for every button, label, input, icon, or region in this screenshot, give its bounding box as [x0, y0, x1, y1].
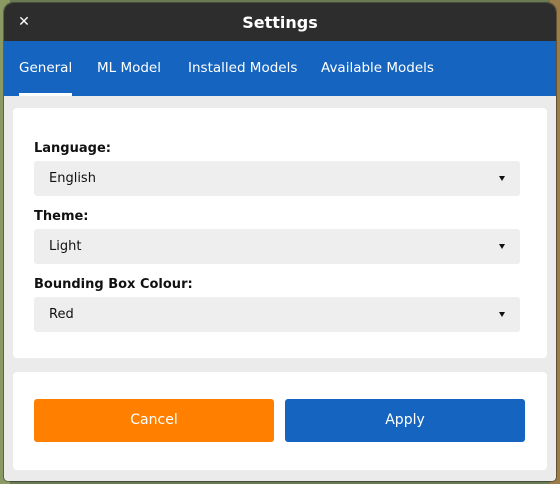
chevron-down-icon [499, 176, 505, 181]
bbox-colour-label: Bounding Box Colour: [34, 277, 193, 292]
language-value: English [49, 171, 96, 186]
tab-available-models[interactable]: Available Models [321, 41, 434, 96]
settings-dialog: Settings ✕ General ML Model Installed Mo… [4, 3, 556, 481]
theme-label: Theme: [34, 209, 89, 224]
general-settings-panel: Language: English Theme: Light Bounding … [13, 108, 547, 358]
bbox-colour-select[interactable]: Red [34, 297, 520, 332]
window-title: Settings [242, 13, 318, 32]
cancel-button[interactable]: Cancel [34, 399, 274, 442]
apply-button[interactable]: Apply [285, 399, 525, 442]
tab-ml-model[interactable]: ML Model [97, 41, 161, 96]
chevron-down-icon [499, 244, 505, 249]
tab-general[interactable]: General [19, 41, 73, 96]
tab-installed-models[interactable]: Installed Models [188, 41, 297, 96]
bbox-colour-value: Red [49, 307, 74, 322]
language-select[interactable]: English [34, 161, 520, 196]
theme-value: Light [49, 239, 82, 254]
theme-select[interactable]: Light [34, 229, 520, 264]
tab-bar: General ML Model Installed Models Availa… [4, 41, 556, 96]
actions-panel: Cancel Apply [13, 372, 547, 470]
title-bar: Settings ✕ [4, 3, 556, 41]
close-icon: ✕ [18, 14, 30, 30]
chevron-down-icon [499, 312, 505, 317]
language-label: Language: [34, 141, 111, 156]
close-button[interactable]: ✕ [14, 12, 34, 32]
